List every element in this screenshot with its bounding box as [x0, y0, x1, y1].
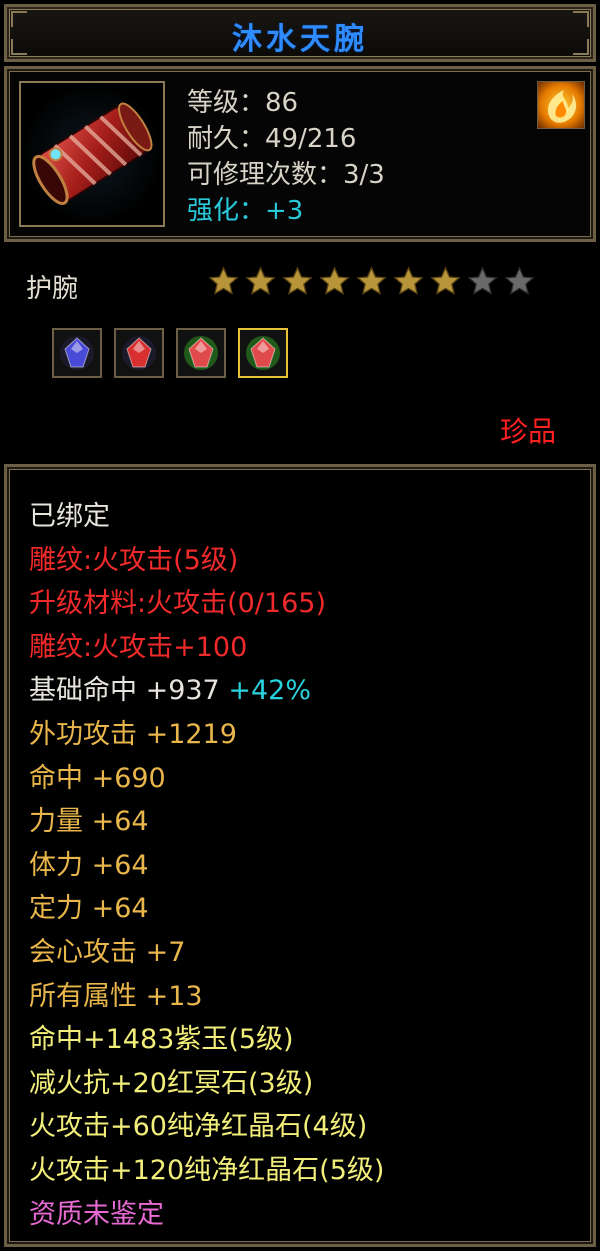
- red-bracer-icon: [32, 102, 153, 205]
- upgrade-material: 升级材料:火攻击(0/165): [29, 588, 326, 620]
- star-filled-icon: [319, 266, 350, 295]
- red-crystal-gem-icon: [246, 336, 280, 370]
- gem-bonus: 命中+1483紫玉(5级): [29, 1024, 294, 1056]
- star-filled-icon: [430, 266, 461, 295]
- attribute-list: 已绑定 雕纹:火攻击(5级) 升级材料:火攻击(0/165) 雕纹:火攻击+10…: [29, 495, 384, 1236]
- star-empty-icon: [504, 266, 535, 295]
- star-filled-icon: [393, 266, 424, 295]
- item-type-label: 护腕: [26, 274, 79, 304]
- gem-bonus: 减火抗+20红冥石(3级): [29, 1067, 314, 1099]
- item-header-panel: 等级：86 耐久：49/216 可修理次数：3/3 强化：+3: [4, 66, 596, 242]
- gem-bonus: 火攻击+120纯净红晶石(5级): [29, 1154, 385, 1186]
- outer-attack: 外功攻击 +1219: [29, 718, 237, 750]
- star-filled-icon: [245, 266, 276, 295]
- engrave-attribute: 雕纹:火攻击(5级): [29, 544, 239, 576]
- fire-element-icon: [537, 81, 585, 129]
- strength: 力量 +64: [29, 806, 149, 838]
- gem-slot[interactable]: [238, 328, 288, 378]
- star-filled-icon: [208, 266, 239, 295]
- gem-bonus: 火攻击+60纯净红晶石(4级): [29, 1111, 368, 1143]
- item-enhance-level: 强化：+3: [187, 196, 304, 226]
- star-empty-icon: [467, 266, 498, 295]
- focus: 定力 +64: [29, 893, 149, 925]
- engrave-bonus: 雕纹:火攻击+100: [29, 631, 248, 663]
- title-bar: 沐水天腕: [4, 4, 596, 62]
- star-filled-icon: [356, 266, 387, 295]
- red-stone-gem-icon: [122, 336, 156, 370]
- item-basic-stats: 等级：86 耐久：49/216 可修理次数：3/3 强化：+3: [187, 85, 385, 229]
- quality-status: 资质未鉴定: [29, 1198, 164, 1230]
- gem-slot[interactable]: [176, 328, 226, 378]
- crit-attack: 会心攻击 +7: [29, 936, 186, 968]
- attribute-panel: 已绑定 雕纹:火攻击(5级) 升级材料:火攻击(0/165) 雕纹:火攻击+10…: [4, 464, 596, 1247]
- red-crystal-gem-icon: [184, 336, 218, 370]
- base-hit-bonus: +42%: [228, 675, 311, 707]
- item-icon-slot[interactable]: [19, 81, 165, 227]
- item-name: 沐水天腕: [232, 22, 368, 57]
- item-durability: 耐久：49/216: [187, 124, 357, 154]
- item-level: 等级：86: [187, 88, 299, 118]
- purple-jade-gem-icon: [60, 336, 94, 370]
- hit: 命中 +690: [29, 762, 166, 794]
- base-hit: 基础命中 +937: [29, 675, 220, 707]
- star-rating: [208, 266, 535, 297]
- star-filled-icon: [282, 266, 313, 295]
- base-hit-row: 基础命中 +937 +42%: [29, 669, 384, 713]
- constitution: 体力 +64: [29, 849, 149, 881]
- all-attributes: 所有属性 +13: [29, 980, 203, 1012]
- item-repair-count: 可修理次数：3/3: [187, 160, 385, 190]
- gem-slot[interactable]: [114, 328, 164, 378]
- rarity-label: 珍品: [499, 415, 556, 448]
- bound-status: 已绑定: [29, 501, 110, 532]
- gem-slot[interactable]: [52, 328, 102, 378]
- gem-slots: [52, 328, 288, 378]
